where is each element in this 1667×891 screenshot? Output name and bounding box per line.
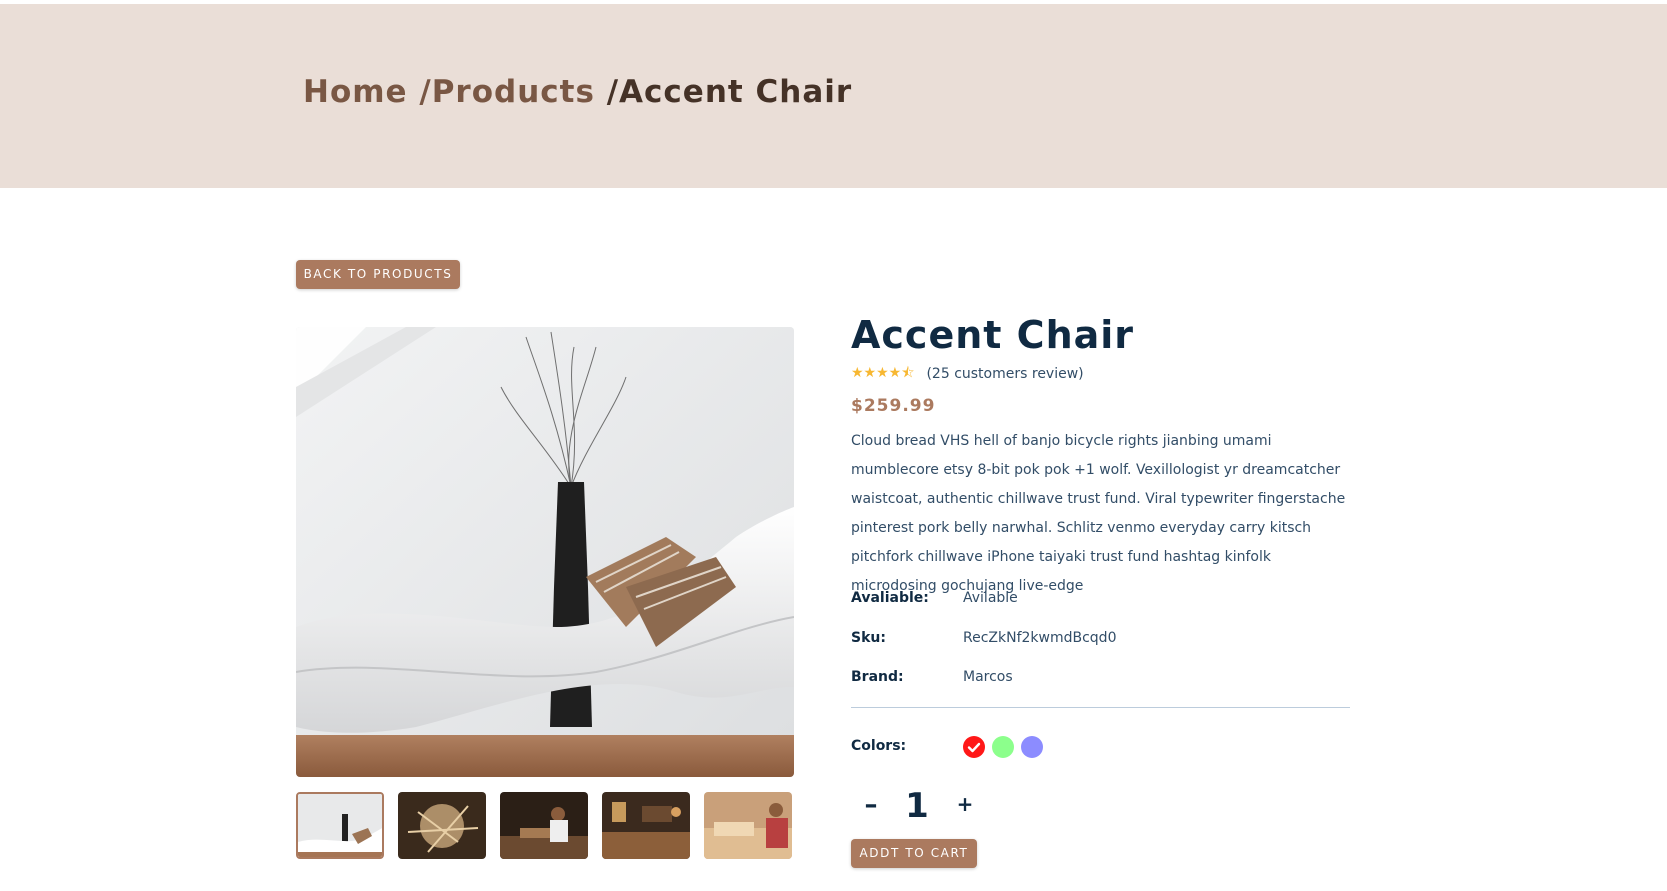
divider bbox=[851, 707, 1350, 708]
breadcrumb-current: Accent Chair bbox=[619, 74, 853, 110]
decrease-quantity-button[interactable]: – bbox=[861, 790, 881, 820]
sku-value: RecZkNf2kwmdBcqd0 bbox=[963, 630, 1117, 646]
availability-label: Avaliable: bbox=[851, 590, 929, 606]
rating: ★★★★⯪ (25 customers review) bbox=[851, 364, 1084, 384]
add-to-cart-button[interactable]: ADDT TO CART bbox=[851, 839, 977, 868]
product-info: Accent Chair ★★★★⯪ (25 customers review)… bbox=[851, 312, 1350, 868]
check-icon bbox=[967, 742, 981, 753]
thumbnail-gallery bbox=[296, 792, 794, 859]
sku-label: Sku: bbox=[851, 630, 886, 646]
quantity-stepper: – 1 + bbox=[861, 786, 981, 826]
product-price: $259.99 bbox=[851, 396, 936, 416]
review-count: (25 customers review) bbox=[926, 366, 1084, 382]
product-description: Cloud bread VHS hell of banjo bicycle ri… bbox=[851, 433, 1346, 594]
breadcrumb-separator: / bbox=[407, 74, 432, 110]
thumbnail-image[interactable] bbox=[398, 792, 486, 859]
breadcrumb-products-link[interactable]: Products bbox=[432, 74, 595, 110]
color-swatch-green[interactable] bbox=[992, 736, 1014, 758]
quantity-value: 1 bbox=[905, 786, 929, 826]
breadcrumb-separator: / bbox=[594, 74, 620, 110]
brand-value: Marcos bbox=[963, 669, 1013, 685]
breadcrumb-home-link[interactable]: Home bbox=[303, 74, 408, 110]
brand-label: Brand: bbox=[851, 669, 904, 685]
page-hero: Home /Products /Accent Chair bbox=[0, 4, 1667, 188]
thumbnail-image[interactable] bbox=[500, 792, 588, 859]
colors-label: Colors: bbox=[851, 738, 907, 754]
chaise-lounge-photo bbox=[296, 327, 794, 777]
color-swatch-blue[interactable] bbox=[1021, 736, 1043, 758]
breadcrumb: Home /Products /Accent Chair bbox=[303, 74, 852, 110]
product-title: Accent Chair bbox=[851, 313, 1135, 357]
back-to-products-button[interactable]: BACK TO PRODUCTS bbox=[296, 260, 460, 289]
thumbnail-image[interactable] bbox=[602, 792, 690, 859]
main-product-image bbox=[296, 327, 794, 777]
thumbnail-image[interactable] bbox=[296, 792, 384, 859]
availability-value: Avilable bbox=[963, 590, 1018, 606]
thumbnail-image[interactable] bbox=[704, 792, 792, 859]
color-swatch-red[interactable] bbox=[963, 736, 985, 758]
star-rating-icon: ★★★★⯪ bbox=[851, 365, 915, 381]
increase-quantity-button[interactable]: + bbox=[955, 792, 975, 816]
